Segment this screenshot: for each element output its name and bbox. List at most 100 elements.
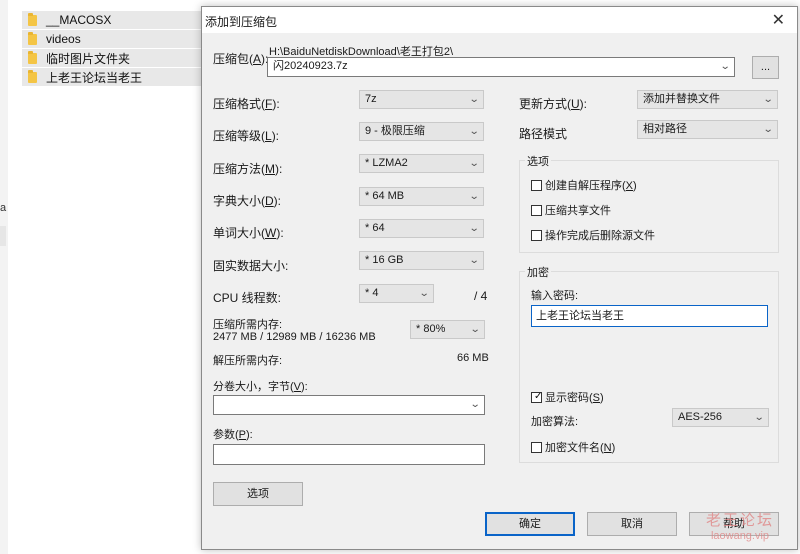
sfx-checkbox[interactable]: 创建自解压程序(X) [531, 177, 637, 193]
checkbox-box [531, 229, 542, 241]
format-select[interactable]: 7z ⌄ [359, 90, 484, 109]
level-label: 压缩等级(L): [213, 129, 280, 143]
parameters-input[interactable] [213, 444, 485, 465]
file-name: 上老王论坛当老王 [46, 70, 143, 85]
browse-button[interactable]: ... [752, 56, 779, 79]
cpu-threads-label: CPU 线程数: [213, 291, 282, 305]
chevron-down-icon: ⌄ [468, 223, 480, 234]
level-value: 9 - 极限压缩 [365, 125, 425, 137]
compress-memory-label: 压缩所需内存: [213, 319, 283, 331]
chevron-down-icon: ⌄ [468, 255, 480, 266]
solid-size-value: * 16 GB [365, 254, 404, 266]
encryption-method-value: AES-256 [678, 411, 723, 423]
archive-name-combo[interactable]: 闪20240923.7z ⌄ [267, 57, 735, 77]
checkbox-box: ✓ [531, 390, 543, 403]
cpu-threads-value: * 4 [365, 287, 379, 299]
file-item-videos[interactable]: videos [22, 30, 204, 48]
cpu-threads-total: / 4 [474, 289, 488, 303]
navigation-pane-edge [0, 0, 8, 554]
delete-after-label: 操作完成后删除源文件 [545, 230, 655, 242]
path-mode-select[interactable]: 相对路径 ⌄ [637, 120, 778, 139]
word-size-value: * 64 [365, 222, 385, 234]
volume-size-combo[interactable]: ⌄ [213, 395, 485, 415]
cancel-button[interactable]: 取消 [587, 512, 677, 536]
watermark: 老王论坛 laowang.vip [688, 509, 792, 542]
format-label: 压缩格式(F): [213, 97, 280, 111]
encryption-method-select[interactable]: AES-256 ⌄ [672, 408, 769, 427]
options-group: 选项 创建自解压程序(X) 压缩共享文件 操作完成后删除源文件 [519, 153, 779, 253]
show-password-checkbox[interactable]: ✓ 显示密码(S) [531, 389, 604, 405]
sfx-label: 创建自解压程序(X) [545, 180, 637, 192]
memory-percent-value: * 80% [416, 323, 446, 335]
chevron-down-icon: ⌄ [468, 94, 480, 105]
file-item-laowang[interactable]: 上老王论坛当老王 [22, 68, 204, 86]
close-icon[interactable]: ✕ [772, 10, 785, 30]
compress-memory-detail: 2477 MB / 12989 MB / 16236 MB [213, 331, 376, 343]
password-label: 输入密码: [531, 290, 579, 302]
method-select[interactable]: * LZMA2 ⌄ [359, 154, 484, 173]
chevron-down-icon: ⌄ [753, 412, 765, 423]
ok-button[interactable]: 确定 [485, 512, 575, 536]
checkbox-box [531, 179, 542, 191]
solid-size-label: 固实数据大小: [213, 259, 289, 273]
dictionary-value: * 64 MB [365, 190, 405, 202]
shared-files-checkbox[interactable]: 压缩共享文件 [531, 202, 611, 218]
encryption-group: 加密 输入密码: 上老王论坛当老王 ✓ 显示密码(S) 加密算法: AES-25… [519, 264, 779, 463]
parameters-label: 参数(P): [213, 429, 253, 441]
decompress-memory-label: 解压所需内存: [213, 355, 283, 367]
chevron-down-icon: ⌄ [468, 191, 480, 202]
delete-after-checkbox[interactable]: 操作完成后删除源文件 [531, 227, 655, 243]
cpu-threads-select[interactable]: * 4 ⌄ [359, 284, 434, 303]
memory-percent-select[interactable]: * 80% ⌄ [410, 320, 485, 339]
add-to-archive-dialog: 添加到压缩包 ✕ 压缩包(A): H:\BaiduNetdiskDownload… [201, 6, 798, 550]
volume-size-label: 分卷大小，字节(V): [213, 381, 308, 393]
watermark-url: laowang.vip [710, 530, 770, 542]
chevron-down-icon: ⌄ [418, 288, 430, 299]
encrypt-filenames-checkbox[interactable]: 加密文件名(N) [531, 439, 615, 455]
format-value: 7z [365, 93, 377, 105]
path-mode-value: 相对路径 [643, 123, 687, 135]
check-icon: ✓ [534, 390, 543, 402]
archive-name-value: 闪20240923.7z [273, 60, 348, 72]
chevron-down-icon: ⌄ [468, 158, 480, 169]
options-group-title: 选项 [525, 153, 551, 169]
encryption-group-title: 加密 [525, 264, 551, 280]
solid-size-select[interactable]: * 16 GB ⌄ [359, 251, 484, 270]
encrypt-filenames-label: 加密文件名(N) [545, 442, 616, 454]
password-input[interactable]: 上老王论坛当老王 [531, 305, 768, 327]
folder-icon [28, 69, 37, 83]
file-item-temp-images[interactable]: 临时图片文件夹 [22, 49, 204, 67]
level-select[interactable]: 9 - 极限压缩 ⌄ [359, 122, 484, 141]
chevron-down-icon: ⌄ [469, 399, 481, 410]
chevron-down-icon: ⌄ [719, 61, 731, 72]
chevron-down-icon: ⌄ [762, 94, 774, 105]
dialog-titlebar[interactable]: 添加到压缩包 ✕ [202, 7, 797, 33]
nav-stub-label: a [0, 202, 7, 214]
dictionary-select[interactable]: * 64 MB ⌄ [359, 187, 484, 206]
archive-label: 压缩包(A): [213, 52, 269, 66]
word-size-label: 单词大小(W): [213, 226, 284, 240]
file-name: __MACOSX [46, 13, 112, 27]
file-item-macosx[interactable]: __MACOSX [22, 11, 204, 29]
word-size-select[interactable]: * 64 ⌄ [359, 219, 484, 238]
update-mode-select[interactable]: 添加并替换文件 ⌄ [637, 90, 778, 109]
decompress-memory-value: 66 MB [457, 352, 489, 364]
options-button[interactable]: 选项 [213, 482, 303, 506]
update-mode-label: 更新方式(U): [519, 97, 588, 111]
checkbox-box [531, 204, 542, 216]
chevron-down-icon: ⌄ [762, 124, 774, 135]
dictionary-label: 字典大小(D): [213, 194, 282, 208]
encryption-method-label: 加密算法: [531, 416, 579, 428]
chevron-down-icon: ⌄ [469, 324, 481, 335]
watermark-title: 老王论坛 [705, 512, 774, 529]
file-name: videos [46, 32, 81, 46]
method-value: * LZMA2 [365, 157, 408, 169]
nav-stub-selection [0, 226, 6, 246]
method-label: 压缩方法(M): [213, 162, 283, 176]
file-name: 临时图片文件夹 [46, 51, 131, 66]
checkbox-box [531, 441, 542, 453]
shared-files-label: 压缩共享文件 [545, 205, 611, 217]
folder-icon [28, 12, 37, 26]
show-password-label: 显示密码(S) [545, 392, 604, 404]
chevron-down-icon: ⌄ [468, 126, 480, 137]
